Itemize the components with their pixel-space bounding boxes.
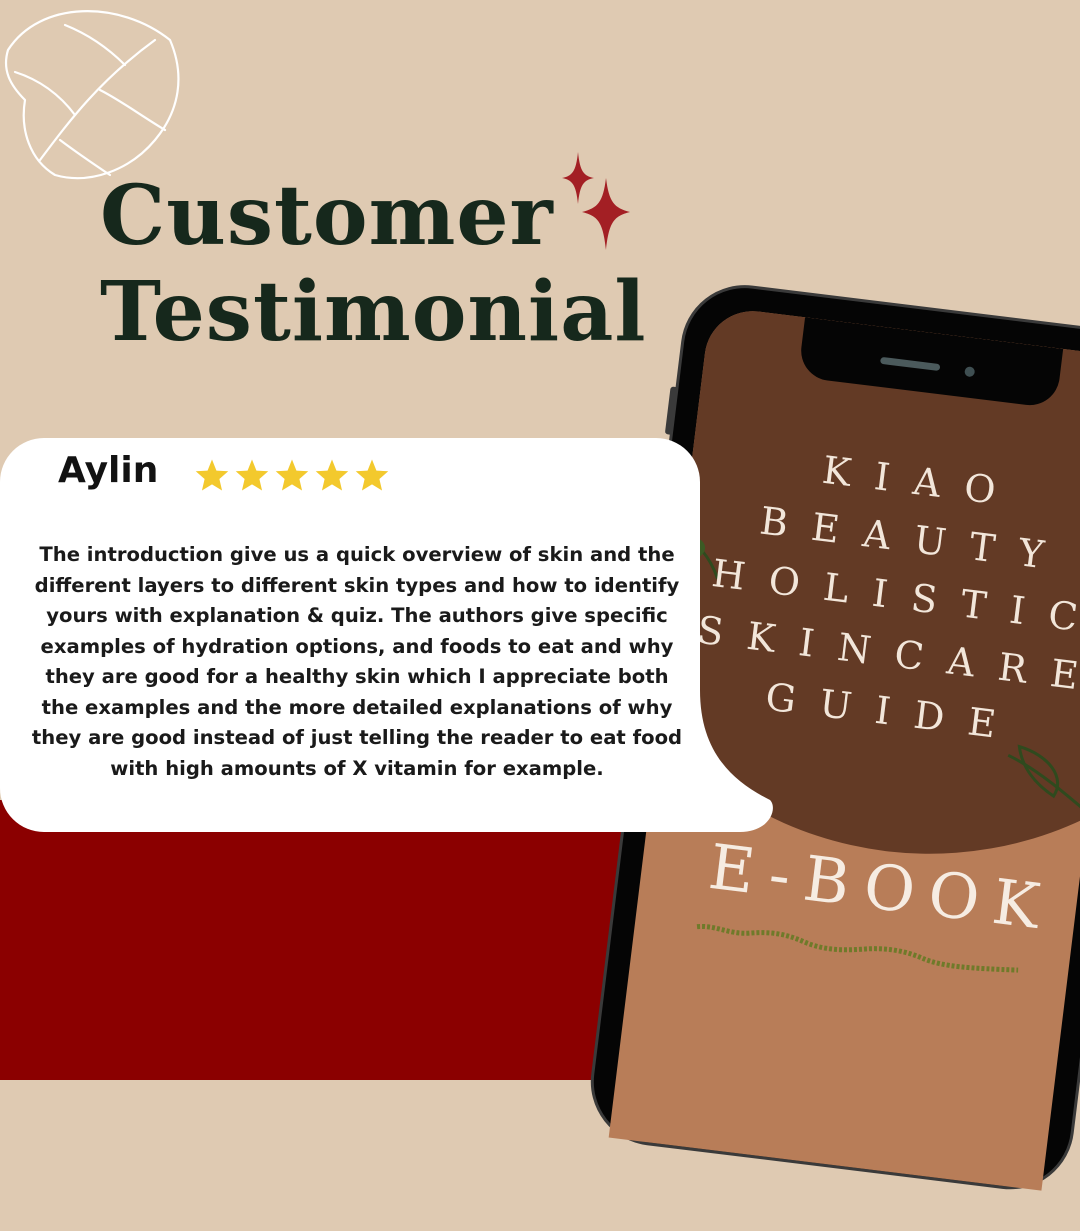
star-icon <box>195 459 229 491</box>
star-icon <box>235 459 269 491</box>
speaker-icon <box>879 356 941 372</box>
star-icon <box>355 459 389 491</box>
star-icon <box>275 459 309 491</box>
title-line-1: Customer <box>100 168 554 264</box>
camera-icon <box>964 366 976 378</box>
monstera-leaf-outline-icon <box>4 10 180 180</box>
review-text: The introduction give us a quick overvie… <box>31 543 683 780</box>
reviewer-name: Aylin <box>58 450 159 491</box>
sparkle-icon <box>562 152 630 250</box>
star-rating <box>194 458 390 492</box>
star-icon <box>315 459 349 491</box>
